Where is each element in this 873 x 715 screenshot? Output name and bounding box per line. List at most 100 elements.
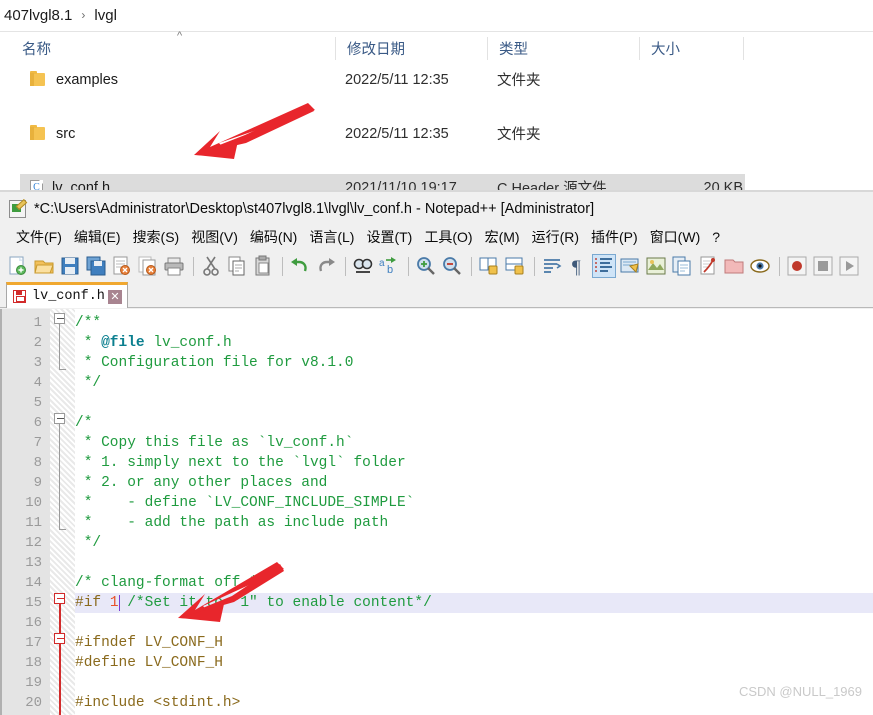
tab-label: lv_conf.h: [32, 289, 105, 304]
show-all-chars-icon[interactable]: ¶: [566, 254, 590, 278]
code-line[interactable]: 11 * - add the path as include path: [2, 513, 873, 533]
line-number: 19: [25, 675, 42, 691]
column-header-name[interactable]: 名称: [10, 32, 335, 65]
code-line[interactable]: 14 /* clang-format off */: [2, 573, 873, 593]
code-line[interactable]: 5: [2, 393, 873, 413]
close-all-icon[interactable]: [136, 254, 160, 278]
line-text: /*: [75, 415, 93, 431]
file-type-cell: 文件夹: [497, 73, 541, 89]
column-header-date[interactable]: 修改日期: [335, 32, 487, 65]
code-line[interactable]: 8 * 1. simply next to the `lvgl` folder: [2, 453, 873, 473]
code-line[interactable]: 9 * 2. or any other places and: [2, 473, 873, 493]
line-number: 17: [25, 635, 42, 651]
document-switcher-icon[interactable]: [670, 254, 694, 278]
line-number: 7: [33, 435, 42, 451]
menu-item-tools[interactable]: 工具(O): [418, 225, 478, 249]
save-icon[interactable]: [58, 254, 82, 278]
menu-item-settings[interactable]: 设置(T): [360, 225, 418, 249]
breadcrumb-item-parent[interactable]: 407lvgl8.1: [2, 7, 74, 24]
code-line[interactable]: 12 */: [2, 533, 873, 553]
close-icon[interactable]: ✕: [107, 289, 122, 304]
code-line[interactable]: 4 */: [2, 373, 873, 393]
replace-icon[interactable]: ab: [377, 254, 401, 278]
line-text: #include <stdint.h>: [75, 695, 241, 711]
menu-item-window[interactable]: 窗口(W): [644, 225, 707, 249]
notepadpp-window: *C:\Users\Administrator\Desktop\st407lvg…: [0, 192, 873, 715]
code-line[interactable]: 18 #define LV_CONF_H: [2, 653, 873, 673]
breadcrumb[interactable]: 407lvgl8.1 › lvgl: [0, 0, 873, 30]
menu-item-run[interactable]: 运行(R): [526, 225, 585, 249]
doc-map-icon[interactable]: [644, 254, 668, 278]
code-line[interactable]: 6 /*: [2, 413, 873, 433]
code-line[interactable]: 17 #ifndef LV_CONF_H: [2, 633, 873, 653]
line-text: */: [75, 375, 102, 391]
play-macro-icon[interactable]: [837, 254, 861, 278]
code-line[interactable]: 10 * - define `LV_CONF_INCLUDE_SIMPLE`: [2, 493, 873, 513]
save-all-icon[interactable]: [84, 254, 108, 278]
file-name-cell: examples: [30, 66, 118, 93]
file-date-cell: 2022/5/11 12:35: [345, 71, 449, 88]
code-editor[interactable]: 1/** 2 * @file lv_conf.h 3 * Configuration…: [0, 309, 873, 715]
menu-item-search[interactable]: 搜索(S): [127, 225, 186, 249]
function-list-icon[interactable]: [696, 254, 720, 278]
code-line[interactable]: 13: [2, 553, 873, 573]
line-number: 2: [33, 335, 42, 351]
line-number: 9: [33, 475, 42, 491]
table-row[interactable]: src 2022/5/11 12:35 文件夹: [0, 120, 873, 147]
folder-workspace-icon[interactable]: [722, 254, 746, 278]
code-line[interactable]: 7 * Copy this file as `lv_conf.h`: [2, 433, 873, 453]
line-number: 3: [33, 355, 42, 371]
menu-item-file[interactable]: 文件(F): [10, 225, 68, 249]
user-defined-dialog-icon[interactable]: [618, 254, 642, 278]
column-header-size[interactable]: 大小: [639, 32, 743, 65]
text-cursor: [118, 595, 121, 611]
column-header-type[interactable]: 类型: [487, 32, 639, 65]
code-line[interactable]: 16: [2, 613, 873, 633]
menu-item-plugins[interactable]: 插件(P): [585, 225, 644, 249]
line-text: */: [75, 535, 102, 551]
record-macro-icon[interactable]: [785, 254, 809, 278]
line-number: 4: [33, 375, 42, 391]
menu-bar: 文件(F) 编辑(E) 搜索(S) 视图(V) 编码(N) 语言(L) 设置(T…: [0, 224, 873, 250]
line-text: /* clang-format off */: [75, 575, 267, 591]
close-file-icon[interactable]: [110, 254, 134, 278]
column-divider[interactable]: [743, 37, 744, 60]
file-type-cell: 文件夹: [497, 127, 541, 143]
menu-item-view[interactable]: 视图(V): [185, 225, 244, 249]
zoom-in-icon[interactable]: [414, 254, 438, 278]
menu-item-macro[interactable]: 宏(M): [479, 225, 526, 249]
code-line[interactable]: 1 /**: [2, 313, 873, 333]
stop-macro-icon[interactable]: [811, 254, 835, 278]
open-file-icon[interactable]: [32, 254, 56, 278]
new-file-icon[interactable]: [6, 254, 30, 278]
code-line[interactable]: 3 * Configuration file for v8.1.0: [2, 353, 873, 373]
undo-icon[interactable]: [288, 254, 312, 278]
menu-item-help[interactable]: ?: [706, 227, 726, 247]
print-icon[interactable]: [162, 254, 186, 278]
file-size-cell: [635, 66, 743, 93]
copy-icon[interactable]: [225, 254, 249, 278]
word-wrap-icon[interactable]: [540, 254, 564, 278]
menu-item-encoding[interactable]: 编码(N): [244, 225, 303, 249]
menu-item-language[interactable]: 语言(L): [303, 225, 360, 249]
paste-icon[interactable]: [251, 254, 275, 278]
menu-item-edit[interactable]: 编辑(E): [68, 225, 127, 249]
svg-text:a: a: [379, 258, 385, 269]
redo-icon[interactable]: [314, 254, 338, 278]
zoom-out-icon[interactable]: [440, 254, 464, 278]
screenshot-root: 407lvgl8.1 › lvgl 名称 修改日期 类型 大小 ^ exampl…: [0, 0, 873, 715]
find-icon[interactable]: [351, 254, 375, 278]
monitoring-icon[interactable]: [748, 254, 772, 278]
indent-guide-icon[interactable]: [592, 254, 616, 278]
breadcrumb-item-current[interactable]: lvgl: [92, 7, 119, 24]
file-name-cell: src: [30, 120, 75, 147]
code-line[interactable]: 2 * @file lv_conf.h: [2, 333, 873, 353]
cut-icon[interactable]: [199, 254, 223, 278]
sync-vertical-icon[interactable]: [477, 254, 501, 278]
code-line[interactable]: 15 #if 1 /*Set it to "1" to enable conten…: [2, 593, 873, 613]
svg-text:¶: ¶: [572, 257, 581, 278]
chevron-right-icon: ›: [81, 8, 86, 22]
table-row[interactable]: examples 2022/5/11 12:35 文件夹: [0, 66, 873, 93]
sync-horizontal-icon[interactable]: [503, 254, 527, 278]
tab-lv-conf-h[interactable]: lv_conf.h ✕: [6, 282, 128, 308]
